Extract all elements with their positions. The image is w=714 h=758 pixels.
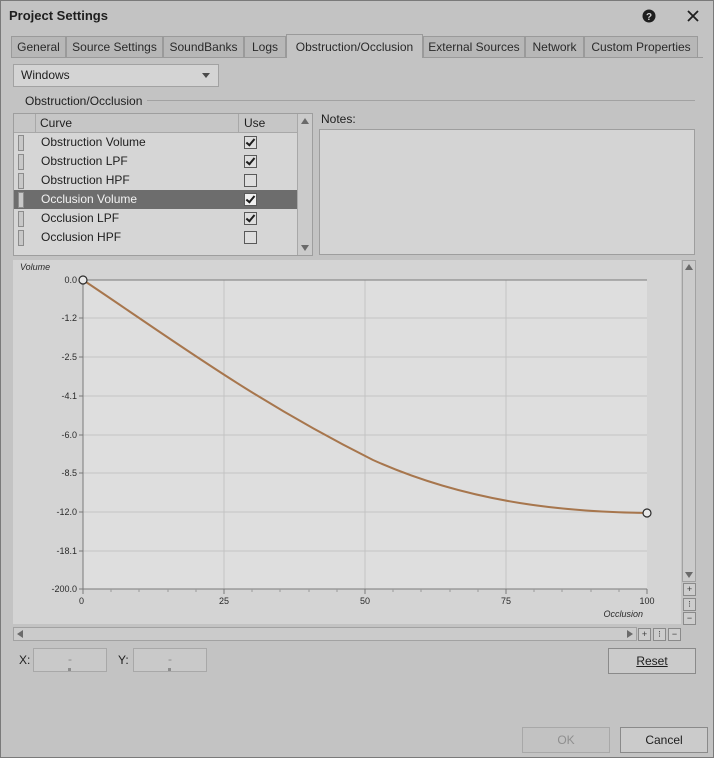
use-checkbox[interactable]: [244, 212, 257, 225]
curve-row-label: Occlusion LPF: [41, 211, 120, 225]
notes-textarea[interactable]: [319, 129, 695, 255]
tab-soundbanks[interactable]: SoundBanks: [163, 36, 244, 57]
curve-row-label: Occlusion Volume: [41, 192, 138, 206]
grip-icon: [18, 173, 24, 189]
zoom-out-vertical-button[interactable]: −: [683, 612, 696, 625]
x-tick-label: 25: [219, 596, 229, 606]
curve-row-occlusion-lpf[interactable]: Occlusion LPF: [14, 209, 297, 228]
column-use[interactable]: Use: [244, 116, 265, 130]
y-axis-label: Volume: [20, 262, 50, 272]
scroll-up-icon[interactable]: [301, 118, 309, 124]
graph-vertical-scrollbar[interactable]: [682, 260, 696, 582]
use-checkbox[interactable]: [244, 193, 257, 206]
scroll-down-icon[interactable]: [301, 245, 309, 251]
curve-row-label: Occlusion HPF: [41, 230, 122, 244]
curve-point-start[interactable]: [78, 275, 88, 285]
y-tick-label: -200.0: [51, 584, 77, 594]
use-checkbox[interactable]: [244, 136, 257, 149]
cancel-button[interactable]: Cancel: [620, 727, 708, 753]
curve-point-end[interactable]: [642, 508, 652, 518]
curve-row-label: Obstruction HPF: [41, 173, 130, 187]
y-tick-label: 0.0: [64, 275, 77, 285]
curve-row-occlusion-hpf[interactable]: Occlusion HPF: [14, 228, 297, 247]
x-tick-label: 50: [360, 596, 370, 606]
ok-button[interactable]: OK: [522, 727, 610, 753]
scroll-up-icon[interactable]: [685, 264, 693, 270]
zoom-in-horizontal-button[interactable]: +: [638, 628, 651, 641]
tab-network[interactable]: Network: [525, 36, 584, 57]
x-coord-label: X:: [19, 653, 31, 667]
curve-graph[interactable]: Volume Occlusion 0.0 -1.2 -2.5 -4.1 -6.0…: [13, 260, 681, 624]
curve-row-obstruction-hpf[interactable]: Obstruction HPF: [14, 171, 297, 190]
scroll-right-icon[interactable]: [627, 630, 633, 638]
group-title: Obstruction/Occlusion: [25, 94, 143, 108]
window-title: Project Settings: [9, 8, 108, 23]
scroll-left-icon[interactable]: [17, 630, 23, 638]
use-checkbox[interactable]: [244, 174, 257, 187]
column-curve[interactable]: Curve: [40, 116, 72, 130]
curve-row-obstruction-lpf[interactable]: Obstruction LPF: [14, 152, 297, 171]
curve-row-label: Obstruction LPF: [41, 154, 128, 168]
zoom-in-vertical-button[interactable]: +: [683, 583, 696, 596]
tab-obstruction-occlusion[interactable]: Obstruction/Occlusion: [286, 34, 423, 58]
y-tick-label: -1.2: [61, 313, 77, 323]
x-tick-label: 100: [639, 596, 654, 606]
y-tick-label: -6.0: [61, 430, 77, 440]
curve-list: Curve Use Obstruction Volume Obstruction…: [13, 113, 313, 256]
platform-dropdown[interactable]: Windows: [13, 64, 219, 87]
grip-icon: [18, 211, 24, 227]
curve-list-header: Curve Use: [14, 114, 297, 133]
y-tick-label: -18.1: [56, 546, 77, 556]
curve-row-label: Obstruction Volume: [41, 135, 146, 149]
graph-horizontal-scrollbar[interactable]: [13, 627, 637, 641]
tab-source-settings[interactable]: Source Settings: [66, 36, 163, 57]
grip-icon: [18, 230, 24, 246]
tab-external-sources[interactable]: External Sources: [423, 36, 525, 57]
x-axis-label: Occlusion: [603, 609, 643, 619]
x-slider-thumb[interactable]: [68, 668, 71, 671]
title-bar: Project Settings ?: [1, 1, 713, 31]
close-icon[interactable]: [681, 5, 705, 27]
x-tick-label: 0: [79, 596, 84, 606]
curve-list-scrollbar[interactable]: [297, 114, 312, 255]
use-checkbox[interactable]: [244, 231, 257, 244]
y-slider-thumb[interactable]: [168, 668, 171, 671]
help-icon[interactable]: ?: [637, 5, 661, 27]
reset-button-label: Reset: [636, 654, 668, 668]
tab-bar: General Source Settings SoundBanks Logs …: [11, 34, 703, 58]
tab-logs[interactable]: Logs: [244, 36, 286, 57]
platform-selected: Windows: [21, 68, 70, 82]
zoom-out-horizontal-button[interactable]: −: [668, 628, 681, 641]
curve-graph-svg: Volume Occlusion 0.0 -1.2 -2.5 -4.1 -6.0…: [20, 262, 655, 619]
y-tick-label: -2.5: [61, 352, 77, 362]
svg-text:?: ?: [646, 12, 652, 23]
chevron-down-icon: [202, 73, 210, 78]
curve-row-occlusion-volume[interactable]: Occlusion Volume: [14, 190, 297, 209]
y-tick-label: -8.5: [61, 468, 77, 478]
tab-general[interactable]: General: [11, 36, 66, 57]
scroll-down-icon[interactable]: [685, 572, 693, 578]
use-checkbox[interactable]: [244, 155, 257, 168]
notes-label: Notes:: [321, 112, 356, 126]
fit-horizontal-button[interactable]: ⁝: [653, 628, 666, 641]
reset-button[interactable]: Reset: [608, 648, 696, 674]
y-coord-label: Y:: [118, 653, 129, 667]
project-settings-window: Project Settings ? General Source Settin…: [0, 0, 714, 758]
y-tick-label: -12.0: [56, 507, 77, 517]
grip-icon: [18, 154, 24, 170]
x-tick-label: 75: [501, 596, 511, 606]
grip-icon: [18, 192, 24, 208]
grip-icon: [18, 135, 24, 151]
group-divider: [147, 100, 695, 101]
y-tick-label: -4.1: [61, 391, 77, 401]
fit-vertical-button[interactable]: ⁝: [683, 598, 696, 611]
curve-row-obstruction-volume[interactable]: Obstruction Volume: [14, 133, 297, 152]
tab-custom-properties[interactable]: Custom Properties: [584, 36, 698, 57]
